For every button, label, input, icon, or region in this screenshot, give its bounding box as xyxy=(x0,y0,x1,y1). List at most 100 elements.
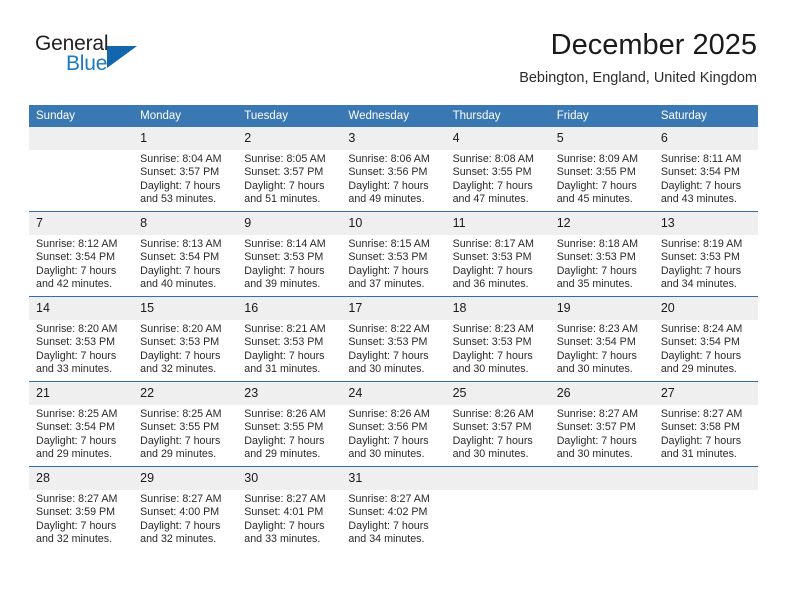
day-number: 28 xyxy=(29,467,134,490)
sunset-text: Sunset: 3:55 PM xyxy=(556,166,636,179)
calendar-day-cell[interactable]: 15 Sunrise: 8:20 AM Sunset: 3:53 PM Dayligh… xyxy=(133,296,238,382)
calendar-day-cell[interactable]: 5 Sunrise: 8:09 AM Sunset: 3:55 PM Daylight… xyxy=(549,127,654,212)
calendar-day-cell[interactable]: 19 Sunrise: 8:23 AM Sunset: 3:54 PM Dayligh… xyxy=(549,296,654,382)
daylight-text-line1: Daylight: 7 hours xyxy=(244,519,325,532)
calendar-empty-cell xyxy=(29,127,134,212)
day-details: Sunrise: 8:25 AM Sunset: 3:54 PM Daylight:… xyxy=(29,405,133,462)
calendar-day-cell[interactable]: 31 Sunrise: 8:27 AM Sunset: 4:02 PM Dayligh… xyxy=(341,466,446,551)
day-number: 25 xyxy=(445,382,550,405)
day-number: 19 xyxy=(549,297,654,320)
sunrise-text: Sunrise: 8:24 AM xyxy=(660,323,743,335)
weekday-header-row: Sunday Monday Tuesday Wednesday Thursday… xyxy=(29,105,758,127)
calendar-day-cell[interactable]: 3 Sunrise: 8:06 AM Sunset: 3:56 PM Daylight… xyxy=(341,127,446,212)
calendar-day-cell[interactable]: 22 Sunrise: 8:25 AM Sunset: 3:55 PM Dayligh… xyxy=(133,381,238,467)
sunset-text: Sunset: 3:54 PM xyxy=(556,336,636,349)
sunrise-text: Sunrise: 8:26 AM xyxy=(244,408,326,420)
daylight-text-line1: Daylight: 7 hours xyxy=(36,349,117,362)
day-number: 10 xyxy=(341,212,446,235)
calendar-day-cell[interactable]: 4 Sunrise: 8:08 AM Sunset: 3:55 PM Daylight… xyxy=(445,127,550,212)
day-number: 4 xyxy=(445,127,550,150)
calendar-day-cell[interactable]: 6 Sunrise: 8:11 AM Sunset: 3:54 PM Daylight… xyxy=(653,127,758,212)
calendar-day-cell[interactable]: 26 Sunrise: 8:27 AM Sunset: 3:57 PM Dayligh… xyxy=(549,381,654,467)
sunset-text: Sunset: 3:54 PM xyxy=(36,251,116,264)
day-cell-content: 25 Sunrise: 8:26 AM Sunset: 3:57 PM Dayligh… xyxy=(445,382,550,466)
calendar-day-cell[interactable]: 1 Sunrise: 8:04 AM Sunset: 3:57 PM Daylight… xyxy=(133,127,238,212)
calendar-day-cell[interactable]: 25 Sunrise: 8:26 AM Sunset: 3:57 PM Dayligh… xyxy=(445,381,550,467)
calendar-page: General Blue December 2025 Bebington, En… xyxy=(0,0,792,612)
sunrise-text: Sunrise: 8:17 AM xyxy=(452,238,534,250)
calendar-day-cell[interactable]: 7 Sunrise: 8:12 AM Sunset: 3:54 PM Daylight… xyxy=(29,211,134,297)
calendar-day-cell[interactable]: 8 Sunrise: 8:13 AM Sunset: 3:54 PM Daylight… xyxy=(133,211,238,297)
day-number: 23 xyxy=(237,382,342,405)
sunrise-text: Sunrise: 8:27 AM xyxy=(244,493,326,505)
general-blue-logo[interactable]: General Blue xyxy=(35,32,175,88)
sunset-text: Sunset: 4:01 PM xyxy=(244,506,324,519)
calendar-day-cell[interactable]: 14 Sunrise: 8:20 AM Sunset: 3:53 PM Dayligh… xyxy=(29,296,134,382)
day-details: Sunrise: 8:27 AM Sunset: 3:57 PM Daylight:… xyxy=(550,405,654,462)
day-details: Sunrise: 8:21 AM Sunset: 3:53 PM Daylight:… xyxy=(237,320,341,377)
day-cell-content: 2 Sunrise: 8:05 AM Sunset: 3:57 PM Daylight… xyxy=(237,127,342,211)
day-details: Sunrise: 8:13 AM Sunset: 3:54 PM Daylight:… xyxy=(133,235,237,292)
day-cell-content: 20 Sunrise: 8:24 AM Sunset: 3:54 PM Dayligh… xyxy=(653,297,758,381)
sunrise-text: Sunrise: 8:13 AM xyxy=(140,238,222,250)
day-number: 9 xyxy=(237,212,342,235)
calendar-day-cell[interactable]: 17 Sunrise: 8:22 AM Sunset: 3:53 PM Dayligh… xyxy=(341,296,446,382)
logo-text-blue: Blue xyxy=(66,52,108,75)
calendar-day-cell[interactable]: 9 Sunrise: 8:14 AM Sunset: 3:53 PM Daylight… xyxy=(237,211,342,297)
daylight-text-line1: Daylight: 7 hours xyxy=(36,519,117,532)
calendar-day-cell[interactable]: 30 Sunrise: 8:27 AM Sunset: 4:01 PM Dayligh… xyxy=(237,466,342,551)
day-cell-content: 28 Sunrise: 8:27 AM Sunset: 3:59 PM Dayligh… xyxy=(29,467,134,551)
day-details: Sunrise: 8:27 AM Sunset: 3:58 PM Daylight:… xyxy=(654,405,758,462)
sunset-text: Sunset: 3:59 PM xyxy=(36,506,116,519)
sunset-text: Sunset: 3:53 PM xyxy=(36,336,116,349)
day-cell-content: 4 Sunrise: 8:08 AM Sunset: 3:55 PM Daylight… xyxy=(445,127,550,211)
calendar-day-cell[interactable]: 10 Sunrise: 8:15 AM Sunset: 3:53 PM Dayligh… xyxy=(341,211,446,297)
calendar-day-cell[interactable]: 16 Sunrise: 8:21 AM Sunset: 3:53 PM Dayligh… xyxy=(237,296,342,382)
page-subtitle: Bebington, England, United Kingdom xyxy=(519,70,757,86)
day-details: Sunrise: 8:09 AM Sunset: 3:55 PM Daylight:… xyxy=(550,150,654,207)
calendar-empty-cell xyxy=(653,466,758,551)
calendar-week-row: 1 Sunrise: 8:04 AM Sunset: 3:57 PM Daylight… xyxy=(29,127,758,212)
day-details: Sunrise: 8:18 AM Sunset: 3:53 PM Daylight:… xyxy=(550,235,654,292)
day-cell-content xyxy=(549,467,654,551)
day-cell-content: 30 Sunrise: 8:27 AM Sunset: 4:01 PM Dayligh… xyxy=(237,467,342,551)
title-block: December 2025 Bebington, England, United… xyxy=(519,28,757,88)
calendar-day-cell[interactable]: 23 Sunrise: 8:26 AM Sunset: 3:55 PM Dayligh… xyxy=(237,381,342,467)
daylight-text-line2: and 43 minutes. xyxy=(660,193,737,206)
day-details: Sunrise: 8:17 AM Sunset: 3:53 PM Daylight:… xyxy=(446,235,550,292)
calendar-day-cell[interactable]: 29 Sunrise: 8:27 AM Sunset: 4:00 PM Dayligh… xyxy=(133,466,238,551)
calendar-day-cell[interactable]: 13 Sunrise: 8:19 AM Sunset: 3:53 PM Dayligh… xyxy=(653,211,758,297)
calendar-day-cell[interactable]: 2 Sunrise: 8:05 AM Sunset: 3:57 PM Daylight… xyxy=(237,127,342,212)
sunrise-text: Sunrise: 8:25 AM xyxy=(140,408,222,420)
calendar-header-row: Sunday Monday Tuesday Wednesday Thursday… xyxy=(29,105,758,127)
day-number: 26 xyxy=(549,382,654,405)
sunset-text: Sunset: 3:53 PM xyxy=(244,251,324,264)
day-cell-content: 13 Sunrise: 8:19 AM Sunset: 3:53 PM Dayligh… xyxy=(653,212,758,296)
daylight-text-line2: and 30 minutes. xyxy=(556,363,633,376)
day-cell-content: 5 Sunrise: 8:09 AM Sunset: 3:55 PM Daylight… xyxy=(549,127,654,211)
calendar-day-cell[interactable]: 11 Sunrise: 8:17 AM Sunset: 3:53 PM Dayligh… xyxy=(445,211,550,297)
daylight-text-line1: Daylight: 7 hours xyxy=(452,434,533,447)
sunrise-text: Sunrise: 8:23 AM xyxy=(452,323,534,335)
day-details: Sunrise: 8:27 AM Sunset: 3:59 PM Daylight:… xyxy=(29,490,133,547)
day-cell-content: 27 Sunrise: 8:27 AM Sunset: 3:58 PM Dayligh… xyxy=(653,382,758,466)
calendar-day-cell[interactable]: 27 Sunrise: 8:27 AM Sunset: 3:58 PM Dayligh… xyxy=(653,381,758,467)
sunset-text: Sunset: 3:55 PM xyxy=(452,166,532,179)
calendar-day-cell[interactable]: 18 Sunrise: 8:23 AM Sunset: 3:53 PM Dayligh… xyxy=(445,296,550,382)
calendar-day-cell[interactable]: 21 Sunrise: 8:25 AM Sunset: 3:54 PM Dayligh… xyxy=(29,381,134,467)
sunrise-text: Sunrise: 8:27 AM xyxy=(556,408,639,420)
calendar-day-cell[interactable]: 20 Sunrise: 8:24 AM Sunset: 3:54 PM Dayligh… xyxy=(653,296,758,382)
daylight-text-line1: Daylight: 7 hours xyxy=(348,179,429,192)
calendar-week-row: 7 Sunrise: 8:12 AM Sunset: 3:54 PM Daylight… xyxy=(29,211,758,297)
day-details: Sunrise: 8:20 AM Sunset: 3:53 PM Daylight:… xyxy=(133,320,237,377)
calendar-day-cell[interactable]: 12 Sunrise: 8:18 AM Sunset: 3:53 PM Dayligh… xyxy=(549,211,654,297)
calendar-day-cell[interactable]: 28 Sunrise: 8:27 AM Sunset: 3:59 PM Dayligh… xyxy=(29,466,134,551)
day-details: Sunrise: 8:05 AM Sunset: 3:57 PM Daylight:… xyxy=(237,150,341,207)
daylight-text-line2: and 51 minutes. xyxy=(244,193,321,206)
sunset-text: Sunset: 3:57 PM xyxy=(556,421,636,434)
calendar-day-cell[interactable]: 24 Sunrise: 8:26 AM Sunset: 3:56 PM Dayligh… xyxy=(341,381,446,467)
day-number: 24 xyxy=(341,382,446,405)
sunset-text: Sunset: 3:54 PM xyxy=(660,336,740,349)
day-cell-content: 9 Sunrise: 8:14 AM Sunset: 3:53 PM Daylight… xyxy=(237,212,342,296)
day-number: 5 xyxy=(549,127,654,150)
